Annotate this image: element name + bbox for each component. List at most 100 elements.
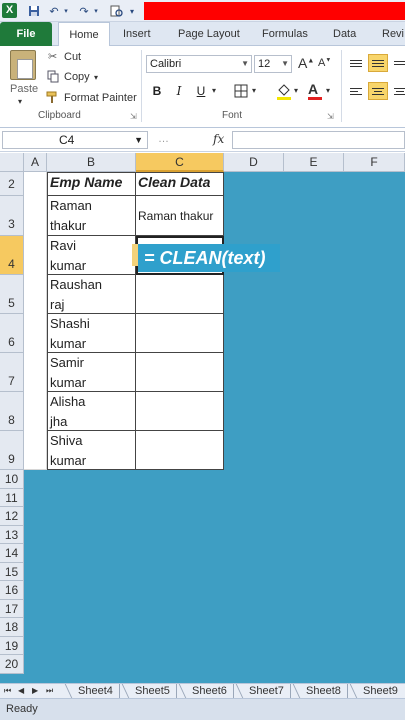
sheet-tab[interactable]: Sheet4 [68,684,120,698]
bold-button[interactable]: B [148,82,166,100]
table-cell-name[interactable]: Samir kumar [47,353,136,392]
row-header-4[interactable]: 4 [0,236,24,275]
chevron-down-icon[interactable]: ▾ [58,3,74,19]
fill-color-icon[interactable] [276,82,292,103]
align-center-icon[interactable] [368,82,388,100]
row-header-5[interactable]: 5 [0,275,24,314]
row-header-6[interactable]: 6 [0,314,24,353]
table-cell-clean[interactable] [136,392,224,431]
row-header-13[interactable]: 13 [0,526,24,544]
row-header-7[interactable]: 7 [0,353,24,392]
chevron-down-icon[interactable]: ▾ [294,86,298,95]
bottom-align-icon[interactable] [390,54,405,72]
table-cell-name[interactable]: Raushan raj [47,275,136,314]
chevron-down-icon[interactable]: ▾ [88,3,104,19]
table-cell-clean[interactable]: Raman thakur [136,196,224,236]
column-header-a[interactable]: A [24,153,47,172]
tab-file[interactable]: File [0,22,52,46]
column-a-cells[interactable] [24,172,47,470]
tab-data[interactable]: Data [327,22,362,46]
chevron-down-icon[interactable]: ▾ [18,97,22,106]
tab-page-layout[interactable]: Page Layout [172,22,246,46]
align-right-icon[interactable] [390,82,405,100]
table-cell-clean[interactable] [136,353,224,392]
worksheet-grid[interactable]: A B C D E F 2 3 4 5 6 7 8 9 10 11 12 13 … [0,153,405,683]
table-cell-name[interactable]: Raman thakur [47,196,136,236]
chevron-down-icon[interactable]: ▼ [241,56,249,72]
print-preview-icon[interactable] [108,3,124,19]
chevron-down-icon[interactable]: ▼ [281,56,289,72]
row-header-2[interactable]: 2 [0,172,24,196]
font-color-icon[interactable]: A [308,81,322,100]
sheet-tab[interactable]: Sheet8 [296,684,348,698]
align-left-icon[interactable] [346,82,366,100]
row-header-9[interactable]: 9 [0,431,24,470]
row-header-19[interactable]: 19 [0,637,24,655]
row-header-3[interactable]: 3 [0,196,24,236]
insert-function-icon[interactable]: fx [213,132,224,146]
column-header-c[interactable]: C [136,153,224,172]
table-cell-name[interactable]: Shashi kumar [47,314,136,353]
paste-button[interactable]: Paste [10,83,38,95]
name-box[interactable]: C4 ▼ [2,131,148,149]
first-sheet-icon[interactable]: ⏮ [4,684,11,698]
chevron-down-icon[interactable]: ▾ [212,86,216,95]
row-header-8[interactable]: 8 [0,392,24,431]
sheet-tab[interactable]: Sheet7 [239,684,291,698]
font-name-box[interactable]: Calibri ▼ [146,55,252,73]
row-header-11[interactable]: 11 [0,489,24,507]
select-all-corner[interactable] [0,153,24,172]
top-align-icon[interactable] [346,54,366,72]
row-header-12[interactable]: 12 [0,507,24,526]
chevron-down-icon[interactable]: ▾ [252,86,256,95]
row-header-18[interactable]: 18 [0,618,24,637]
grow-font-icon[interactable]: A▲ [298,55,314,71]
last-sheet-icon[interactable]: ⏭ [46,684,53,698]
sheet-tab[interactable]: Sheet9 [353,684,404,698]
dialog-launcher-icon[interactable]: ⇲ [130,112,137,121]
formula-input[interactable] [232,131,405,149]
borders-icon[interactable] [234,84,248,101]
format-painter-button[interactable]: Format Painter [64,92,137,104]
row-header-16[interactable]: 16 [0,581,24,600]
table-cell-clean[interactable] [136,275,224,314]
table-cell-clean[interactable] [136,431,224,470]
chevron-down-icon[interactable]: ▾ [326,86,330,95]
prev-sheet-icon[interactable]: ◀ [18,684,24,698]
italic-button[interactable]: I [170,82,188,100]
save-icon[interactable] [26,3,42,19]
dialog-launcher-icon[interactable]: ⇲ [327,112,334,121]
underline-button[interactable]: U [192,82,210,100]
sheet-tab[interactable]: Sheet6 [182,684,234,698]
table-cell-name[interactable]: Shiva kumar [47,431,136,470]
font-size-box[interactable]: 12 ▼ [254,55,292,73]
column-header-e[interactable]: E [284,153,344,172]
row-header-15[interactable]: 15 [0,563,24,581]
middle-align-icon[interactable] [368,54,388,72]
sheet-tab[interactable]: Sheet5 [125,684,177,698]
tab-insert[interactable]: Insert [117,22,157,46]
table-cell-name[interactable]: Alisha jha [47,392,136,431]
copy-button[interactable]: Copy [64,71,90,83]
table-cell-clean[interactable] [136,314,224,353]
tab-home[interactable]: Home [58,22,110,47]
chevron-down-icon[interactable]: ▼ [134,132,143,148]
column-header-f[interactable]: F [344,153,405,172]
table-cell-name[interactable]: Ravi kumar [47,236,136,275]
column-header-d[interactable]: D [224,153,284,172]
row-header-10[interactable]: 10 [0,470,24,489]
row-header-20[interactable]: 20 [0,655,24,674]
header-cell-clean-data[interactable]: Clean Data [136,172,224,196]
shrink-font-icon[interactable]: A▼ [318,57,331,69]
column-header-b[interactable]: B [47,153,136,172]
row-header-17[interactable]: 17 [0,600,24,618]
cut-button[interactable]: Cut [64,51,81,63]
tab-formulas[interactable]: Formulas [256,22,314,46]
paste-icon[interactable] [10,50,36,80]
row-header-14[interactable]: 14 [0,544,24,563]
next-sheet-icon[interactable]: ▶ [32,684,38,698]
tab-review[interactable]: Revi [376,22,405,46]
customize-toolbar-icon[interactable]: ▾ [124,3,140,19]
chevron-down-icon[interactable]: ▾ [94,73,98,82]
header-cell-emp-name[interactable]: Emp Name [47,172,136,196]
